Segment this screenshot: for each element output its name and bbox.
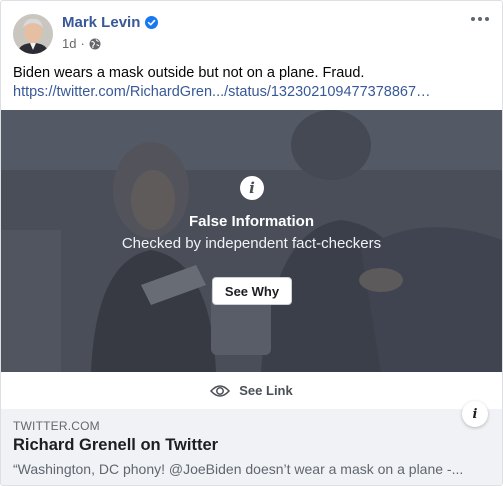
link-preview[interactable]: TWITTER.COM Richard Grenell on Twitter “… xyxy=(1,401,502,485)
post-meta: 1d · xyxy=(62,36,101,51)
preview-info-button[interactable]: i xyxy=(462,401,488,427)
eye-icon xyxy=(210,384,231,398)
warning-title: False Information xyxy=(188,213,315,230)
warning-subtitle: Checked by independent fact-checkers xyxy=(121,235,382,252)
post-header: Mark Levin 1d · xyxy=(1,1,502,61)
see-link-label: See Link xyxy=(239,383,293,398)
preview-title[interactable]: Richard Grenell on Twitter xyxy=(13,436,218,455)
post-timestamp[interactable]: 1d xyxy=(62,36,76,51)
globe-icon xyxy=(89,38,101,50)
author-name-label: Mark Levin xyxy=(62,14,141,31)
info-icon: i xyxy=(472,406,478,422)
more-options-button[interactable] xyxy=(468,9,492,29)
see-link-button[interactable]: See Link xyxy=(1,372,502,410)
info-icon: i xyxy=(240,176,264,200)
see-why-button[interactable]: See Why xyxy=(212,277,292,305)
post-message: Biden wears a mask outside but not on a … xyxy=(13,65,365,81)
false-info-overlay: i False Information Checked by independe… xyxy=(1,110,502,372)
feed-post: Mark Levin 1d · Biden wears a mask outsi… xyxy=(0,0,503,486)
post-link[interactable]: https://twitter.com/RichardGren.../statu… xyxy=(13,83,453,102)
author-name[interactable]: Mark Levin xyxy=(62,14,159,31)
avatar-photo xyxy=(13,14,53,54)
author-avatar[interactable] xyxy=(13,14,53,54)
preview-domain: TWITTER.COM xyxy=(13,419,100,433)
ellipsis-icon xyxy=(471,17,489,21)
meta-separator: · xyxy=(80,36,85,51)
preview-description: “Washington, DC phony! @JoeBiden doesn’t… xyxy=(13,461,464,477)
verified-badge-icon xyxy=(145,16,159,29)
